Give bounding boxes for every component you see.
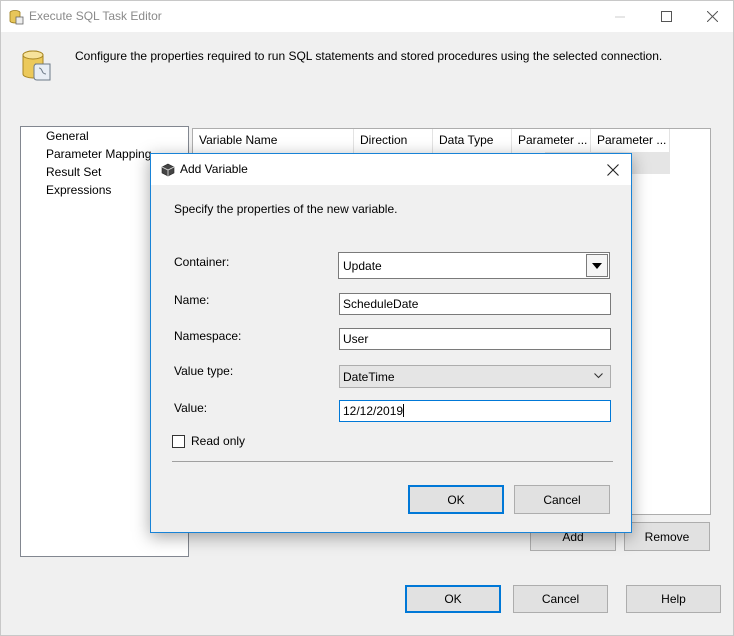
database-script-icon: [21, 48, 53, 84]
maximize-icon: [660, 11, 672, 22]
ok-button[interactable]: OK: [405, 585, 501, 613]
value-type-label: Value type:: [174, 364, 234, 378]
read-only-label[interactable]: Read only: [191, 434, 245, 448]
close-window-button[interactable]: [689, 1, 734, 32]
chevron-down-icon: [594, 373, 603, 379]
column-header-parameter-size[interactable]: Parameter ...: [591, 129, 670, 153]
column-header-parameter-name[interactable]: Parameter ...: [512, 129, 591, 153]
nav-item-parameter-mapping[interactable]: Parameter Mapping: [46, 147, 151, 161]
minimize-icon: [615, 16, 625, 17]
triangle-down-icon: [592, 262, 602, 269]
cancel-button[interactable]: Cancel: [513, 585, 608, 613]
container-select[interactable]: Update: [338, 252, 610, 279]
dialog-title-bar: Add Variable: [151, 154, 631, 185]
nav-item-result-set[interactable]: Result Set: [46, 165, 101, 179]
column-header-data-type[interactable]: Data Type: [433, 129, 512, 153]
close-icon: [607, 164, 619, 176]
app-icon: [8, 9, 24, 25]
name-input[interactable]: ScheduleDate: [339, 293, 611, 315]
container-value: Update: [343, 259, 382, 273]
value-type-value: DateTime: [343, 370, 395, 384]
read-only-checkbox[interactable]: [172, 435, 185, 448]
value-input[interactable]: 12/12/2019: [339, 400, 611, 422]
dialog-instructions: Specify the properties of the new variab…: [174, 202, 398, 216]
nav-item-expressions[interactable]: Expressions: [46, 183, 111, 197]
value-text: 12/12/2019: [343, 404, 404, 418]
remove-button[interactable]: Remove: [624, 522, 710, 551]
minimize-button[interactable]: [597, 1, 643, 32]
namespace-label: Namespace:: [174, 329, 242, 343]
header-description: Configure the properties required to run…: [75, 49, 663, 63]
close-icon: [706, 11, 718, 22]
nav-item-general[interactable]: General: [46, 129, 89, 143]
text-caret: [403, 404, 405, 417]
dialog-close-button[interactable]: [603, 160, 623, 180]
dialog-ok-button[interactable]: OK: [408, 485, 504, 514]
window-title: Execute SQL Task Editor: [29, 9, 162, 23]
dialog-title: Add Variable: [180, 162, 248, 176]
column-header-variable-name[interactable]: Variable Name: [193, 129, 354, 153]
divider: [172, 461, 613, 462]
container-label: Container:: [174, 255, 230, 269]
variable-icon: [161, 163, 175, 177]
add-variable-dialog: Add Variable Specify the properties of t…: [150, 153, 632, 533]
column-header-direction[interactable]: Direction: [354, 129, 433, 153]
name-label: Name:: [174, 293, 210, 307]
value-label: Value:: [174, 401, 208, 415]
value-type-select[interactable]: DateTime: [339, 365, 611, 388]
title-bar: Execute SQL Task Editor: [1, 1, 733, 32]
container-dropdown-button[interactable]: [586, 254, 608, 277]
maximize-button[interactable]: [643, 1, 689, 32]
namespace-input[interactable]: User: [339, 328, 611, 350]
dialog-cancel-button[interactable]: Cancel: [514, 485, 610, 514]
help-button[interactable]: Help: [626, 585, 721, 613]
